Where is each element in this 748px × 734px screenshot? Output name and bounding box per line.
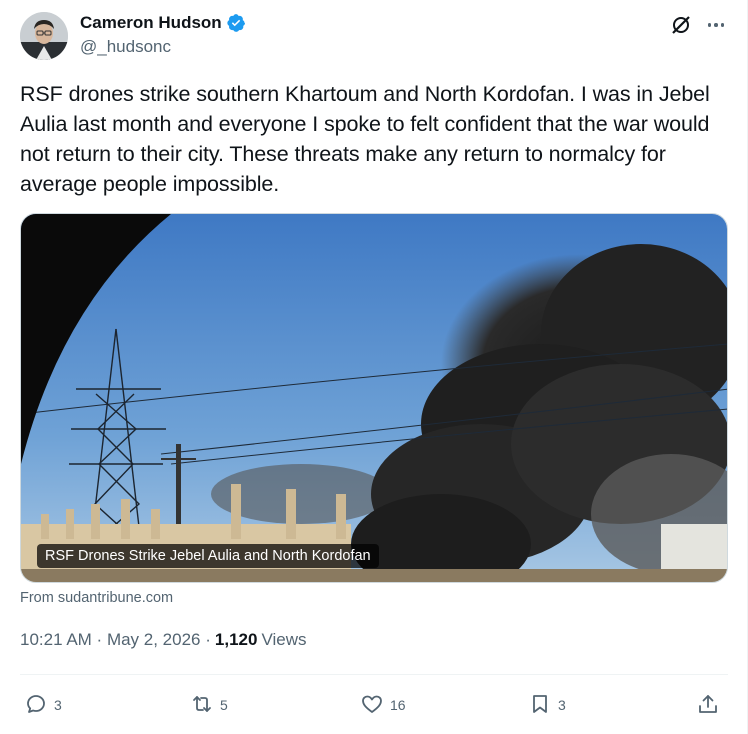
tweet-time[interactable]: 10:21 AM bbox=[20, 630, 92, 650]
more-icon[interactable] bbox=[704, 14, 728, 36]
share-button[interactable] bbox=[696, 690, 720, 720]
like-count: 16 bbox=[390, 697, 406, 713]
meta-separator: · bbox=[200, 630, 211, 649]
repost-count: 5 bbox=[220, 697, 228, 713]
verified-badge-icon[interactable] bbox=[226, 13, 246, 33]
reply-button[interactable]: 3 bbox=[24, 690, 62, 720]
author-handle[interactable]: @_hudsonc bbox=[80, 37, 246, 57]
reply-icon bbox=[24, 692, 48, 719]
tweet-media[interactable]: RSF Drones Strike Jebel Aulia and North … bbox=[20, 213, 728, 583]
tweet-meta: 10:21 AM · May 2, 2026 · 1,120 Views bbox=[20, 630, 306, 650]
like-icon bbox=[360, 692, 384, 719]
bookmark-count: 3 bbox=[558, 697, 566, 713]
repost-button[interactable]: 5 bbox=[190, 690, 228, 720]
tweet-date[interactable]: May 2, 2026 bbox=[107, 630, 201, 650]
author-names: Cameron Hudson @_hudsonc bbox=[80, 12, 246, 57]
views-count: 1,120 bbox=[214, 630, 258, 649]
bookmark-icon bbox=[528, 692, 552, 719]
like-button[interactable]: 16 bbox=[360, 690, 406, 720]
grok-icon[interactable] bbox=[670, 14, 692, 36]
bookmark-button[interactable]: 3 bbox=[528, 690, 566, 720]
display-name-row: Cameron Hudson bbox=[80, 12, 246, 34]
repost-icon bbox=[190, 692, 214, 719]
divider bbox=[20, 674, 728, 675]
media-image bbox=[21, 214, 727, 582]
media-caption: RSF Drones Strike Jebel Aulia and North … bbox=[37, 544, 379, 568]
action-bar: 3 5 16 3 bbox=[20, 690, 728, 720]
meta-separator: · bbox=[91, 630, 107, 649]
reply-count: 3 bbox=[54, 697, 62, 713]
share-icon bbox=[696, 692, 720, 719]
tweet-header: Cameron Hudson @_hudsonc bbox=[20, 12, 728, 62]
tweet-text: RSF drones strike southern Khartoum and … bbox=[20, 82, 710, 196]
avatar[interactable] bbox=[20, 12, 68, 60]
views-label: Views bbox=[261, 630, 307, 649]
media-source-link[interactable]: From sudantribune.com bbox=[20, 590, 173, 606]
display-name[interactable]: Cameron Hudson bbox=[80, 13, 222, 33]
